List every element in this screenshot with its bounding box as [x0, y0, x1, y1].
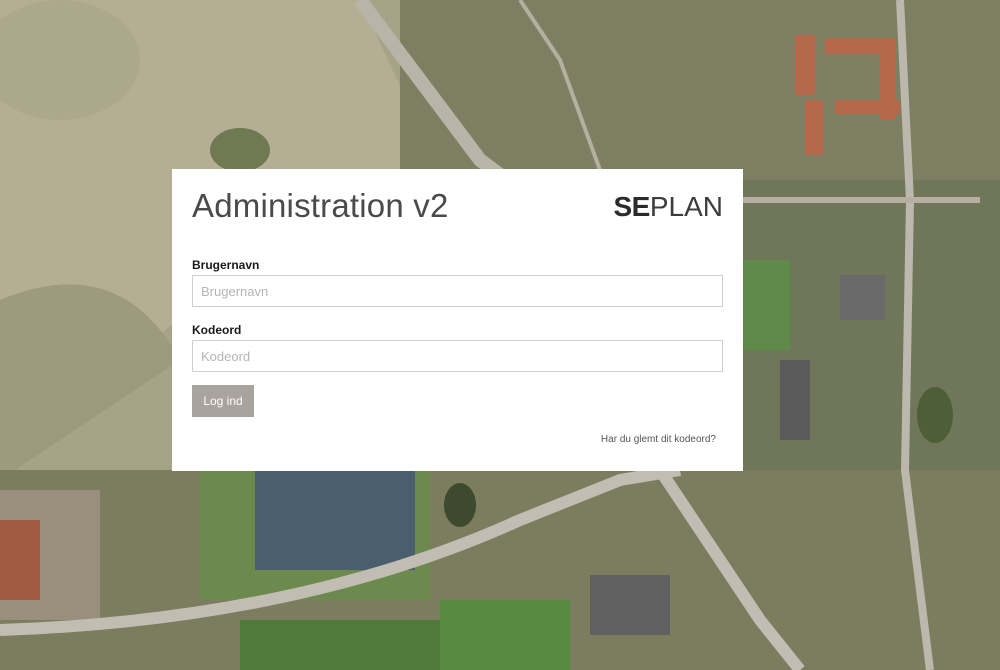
login-card: Administration v2 SEPLAN Brugernavn Kode…: [172, 169, 743, 471]
logo-bold-part: SE: [613, 191, 650, 222]
password-input[interactable]: [192, 340, 723, 372]
page-title: Administration v2: [192, 187, 449, 224]
username-input[interactable]: [192, 275, 723, 307]
forgot-password-link[interactable]: Har du glemt dit kodeord?: [601, 434, 716, 445]
logo-light-part: PLAN: [649, 191, 723, 222]
username-label: Brugernavn: [192, 258, 260, 272]
login-button[interactable]: Log ind: [192, 385, 254, 417]
password-label: Kodeord: [192, 323, 242, 337]
seplan-logo: SEPLAN: [613, 191, 723, 223]
